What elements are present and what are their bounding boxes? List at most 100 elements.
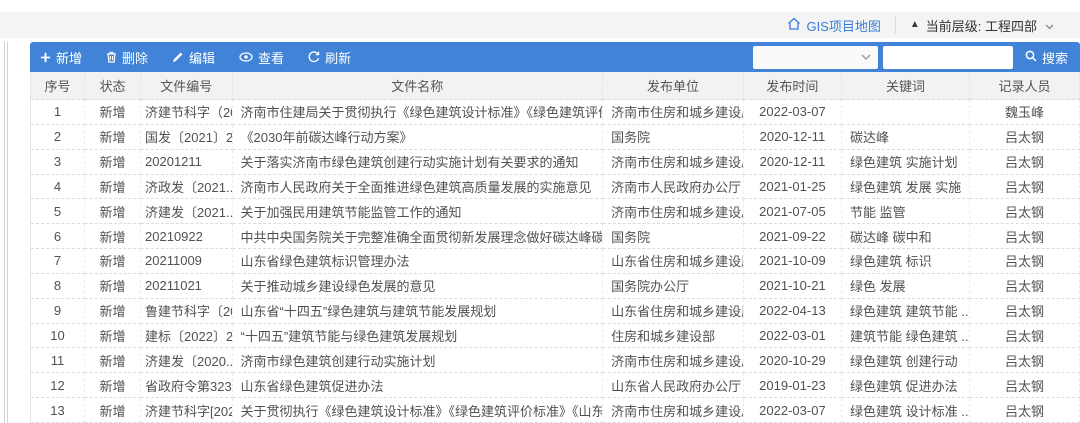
cell-file-number: 20211009 [141,249,233,274]
cell-keywords: 绿色建筑 建筑节能 ... [842,299,970,324]
trash-icon [106,51,117,63]
cell-file-number: 建标〔2022〕2... [141,324,233,349]
cell-publisher: 国务院 [603,125,744,150]
pencil-icon [172,51,184,63]
cell-status: 新增 [85,324,141,349]
cell-file-name: 关于推动城乡建设绿色发展的意见 [233,274,604,299]
cell-status: 新增 [85,125,141,150]
cell-file-name: 济南市住建局关于贯彻执行《绿色建筑设计标准》《绿色建筑评价标... [233,100,604,125]
plus-icon [40,52,51,63]
refresh-button-label: 刷新 [325,48,351,67]
delete-button[interactable]: 删除 [106,48,148,67]
cell-publish-date: 2022-03-07 [744,100,842,125]
cell-recorder: 吕太钢 [970,249,1080,274]
cell-file-name: “十四五”建筑节能与绿色建筑发展规划 [233,324,604,349]
cell-file-name: 济南市人民政府关于全面推进绿色建筑高质量发展的实施意见 [233,175,604,200]
table-row[interactable]: 1 新增 济建节科字（20... 济南市住建局关于贯彻执行《绿色建筑设计标准》《… [31,100,1080,125]
col-header-publish-date: 发布时间 [744,72,842,100]
cell-status: 新增 [85,199,141,224]
col-header-publisher: 发布单位 [603,72,744,100]
cell-status: 新增 [85,175,141,200]
gis-project-map-link[interactable]: GIS项目地图 [787,16,880,35]
cell-file-number: 省政府令第323号 [141,373,233,398]
col-header-seq: 序号 [31,72,85,100]
cell-file-number: 济建发〔2020... [141,348,233,373]
table-body: 1 新增 济建节科字（20... 济南市住建局关于贯彻执行《绿色建筑设计标准》《… [31,100,1080,423]
cell-status: 新增 [85,373,141,398]
documents-table: 序号 状态 文件编号 文件名称 发布单位 发布时间 关键词 记录人员 1 新增 … [30,72,1080,423]
cell-publish-date: 2022-04-13 [744,299,842,324]
cell-seq: 12 [31,373,85,398]
cell-seq: 4 [31,175,85,200]
cell-seq: 10 [31,324,85,349]
table-row[interactable]: 13 新增 济建节科字[202... 关于贯彻执行《绿色建筑设计标准》《绿色建筑… [31,398,1080,423]
cell-keywords: 绿色建筑 发展 实施 [842,175,970,200]
cell-recorder: 吕太钢 [970,398,1080,423]
table-row[interactable]: 10 新增 建标〔2022〕2... “十四五”建筑节能与绿色建筑发展规划 住房… [31,324,1080,349]
table-row[interactable]: 7 新增 20211009 山东省绿色建筑标识管理办法 山东省住房和城乡建设厅 … [31,249,1080,274]
cell-status: 新增 [85,150,141,175]
edit-button[interactable]: 编辑 [172,48,215,67]
cell-seq: 7 [31,249,85,274]
cell-seq: 3 [31,150,85,175]
cell-publish-date: 2020-10-29 [744,348,842,373]
cell-recorder: 吕太钢 [970,348,1080,373]
search-button[interactable]: 搜索 [1025,48,1068,67]
table-row[interactable]: 9 新增 鲁建节科字〔20... 山东省“十四五”绿色建筑与建筑节能发展规划 山… [31,299,1080,324]
sidebar-splitter[interactable] [4,42,8,423]
cell-publish-date: 2022-03-01 [744,324,842,349]
delete-button-label: 删除 [122,48,148,67]
cell-seq: 6 [31,224,85,249]
cell-file-number: 济建节科字[202... [141,398,233,423]
cell-recorder: 吕太钢 [970,150,1080,175]
view-button[interactable]: 查看 [239,48,284,67]
cell-status: 新增 [85,224,141,249]
cell-publisher: 济南市人民政府办公厅 [603,175,744,200]
main-panel: 新增 删除 编辑 [30,42,1080,423]
cell-publisher: 国务院 [603,224,744,249]
cell-keywords [842,100,970,125]
cell-seq: 8 [31,274,85,299]
table-row[interactable]: 11 新增 济建发〔2020... 济南市绿色建筑创建行动实施计划 济南市住房和… [31,348,1080,373]
cell-publish-date: 2022-03-07 [744,398,842,423]
topbar-divider [895,16,896,34]
cell-recorder: 吕太钢 [970,125,1080,150]
cell-file-name: 《2030年前碳达峰行动方案》 [233,125,604,150]
table-row[interactable]: 6 新增 20210922 中共中央国务院关于完整准确全面贯彻新发展理念做好碳达… [31,224,1080,249]
table-toolbar: 新增 删除 编辑 [30,42,1080,72]
table-row[interactable]: 4 新增 济政发〔2021... 济南市人民政府关于全面推进绿色建筑高质量发展的… [31,175,1080,200]
edit-button-label: 编辑 [189,48,215,67]
cell-keywords: 绿色建筑 设计标准 ... [842,398,970,423]
refresh-button[interactable]: 刷新 [308,48,351,67]
search-input[interactable] [883,46,1013,69]
cell-keywords: 绿色建筑 创建行动 [842,348,970,373]
table-header-row: 序号 状态 文件编号 文件名称 发布单位 发布时间 关键词 记录人员 [31,72,1080,100]
cell-keywords: 绿色建筑 标识 [842,249,970,274]
cell-recorder: 吕太钢 [970,175,1080,200]
cell-file-number: 济建发〔2021... [141,199,233,224]
cell-publish-date: 2021-07-05 [744,199,842,224]
gis-link-label: GIS项目地图 [806,16,880,35]
cell-file-number: 济建节科字（20... [141,100,233,125]
add-button[interactable]: 新增 [40,48,82,67]
table-row[interactable]: 12 新增 省政府令第323号 山东省绿色建筑促进办法 山东省人民政府办公厅 2… [31,373,1080,398]
cell-recorder: 吕太钢 [970,224,1080,249]
current-level-label: 当前层级: 工程四部 [926,16,1037,35]
home-icon [787,17,801,33]
table-row[interactable]: 2 新增 国发〔2021〕2... 《2030年前碳达峰行动方案》 国务院 20… [31,125,1080,150]
table-row[interactable]: 5 新增 济建发〔2021... 关于加强民用建筑节能监管工作的通知 济南市住房… [31,199,1080,224]
cell-status: 新增 [85,249,141,274]
cell-publish-date: 2020-12-11 [744,125,842,150]
cell-publisher: 山东省人民政府办公厅 [603,373,744,398]
table-row[interactable]: 3 新增 20201211 关于落实济南市绿色建筑创建行动实施计划有关要求的通知… [31,150,1080,175]
cell-recorder: 吕太钢 [970,299,1080,324]
cell-recorder: 吕太钢 [970,324,1080,349]
refresh-icon [308,51,320,63]
current-level-dropdown[interactable]: ▲ 当前层级: 工程四部 [910,16,1054,35]
cell-keywords: 碳达峰 [842,125,970,150]
table-row[interactable]: 8 新增 20211021 关于推动城乡建设绿色发展的意见 国务院办公厅 202… [31,274,1080,299]
cell-publisher: 济南市住房和城乡建设局 [603,398,744,423]
cell-publish-date: 2019-01-23 [744,373,842,398]
filter-select[interactable] [753,46,878,69]
cell-seq: 5 [31,199,85,224]
